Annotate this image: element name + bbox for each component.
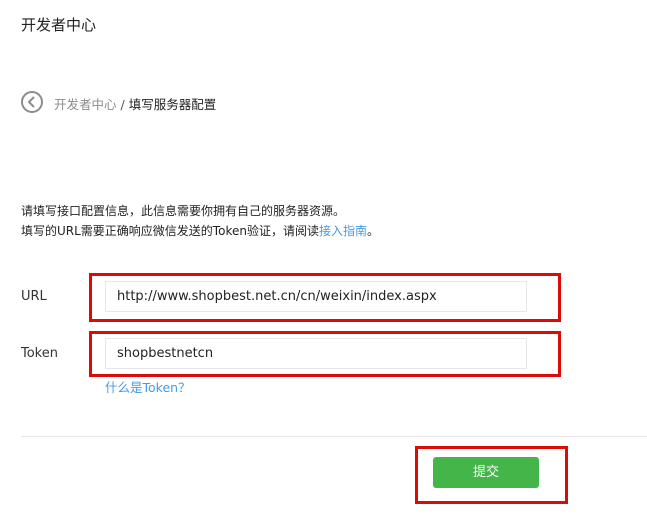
intro-line-1: 请填写接口配置信息，此信息需要你拥有自己的服务器资源。	[21, 204, 346, 218]
access-guide-link[interactable]: 接入指南	[319, 224, 367, 238]
url-highlight-frame	[89, 273, 561, 322]
chevron-left-icon	[27, 96, 35, 108]
divider	[21, 436, 647, 437]
breadcrumb: 开发者中心 / 填写服务器配置	[54, 94, 216, 113]
submit-highlight-frame	[415, 446, 568, 504]
intro-line-2-text: 填写的URL需要正确响应微信发送的Token验证，请阅读	[21, 224, 319, 238]
what-is-token-link[interactable]: 什么是Token？	[105, 377, 191, 396]
page-title: 开发者中心	[21, 16, 97, 34]
token-highlight-frame	[89, 331, 561, 377]
intro-line-2: 填写的URL需要正确响应微信发送的Token验证，请阅读接入指南。	[21, 221, 379, 241]
intro-text: 请填写接口配置信息，此信息需要你拥有自己的服务器资源。 填写的URL需要正确响应…	[21, 201, 379, 241]
url-label: URL	[21, 289, 47, 304]
breadcrumb-separator: /	[116, 97, 129, 112]
breadcrumb-parent-link[interactable]: 开发者中心	[54, 97, 117, 112]
back-button[interactable]	[21, 91, 43, 113]
intro-line-2-suffix: 。	[366, 224, 379, 238]
token-label: Token	[21, 346, 58, 361]
breadcrumb-current: 填写服务器配置	[128, 97, 217, 112]
